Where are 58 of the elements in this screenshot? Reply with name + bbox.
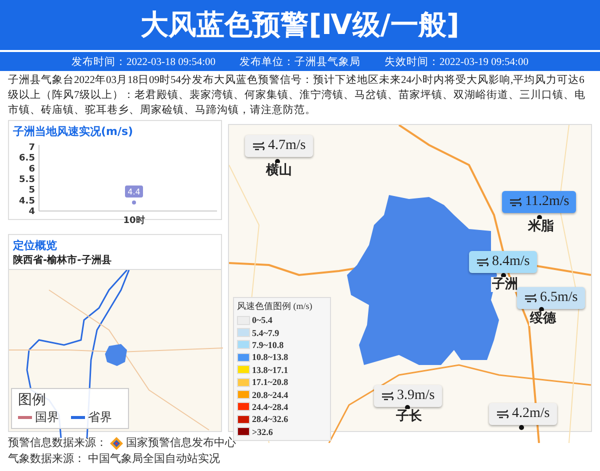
data-point [132, 200, 136, 204]
wind-icon [509, 196, 522, 208]
info-text: 发布单位：子洲县气象局 [240, 55, 360, 68]
town-name: 米脂 [527, 219, 555, 234]
y-tick-label: 6 [28, 164, 35, 174]
wind-icon [252, 140, 265, 152]
legend-label: 国界 [35, 409, 59, 426]
source-label: 气象数据来源： [8, 451, 85, 467]
town-name: 子洲 [491, 277, 519, 292]
legend-label: 7.9~10.8 [252, 340, 284, 350]
legend-label: 省界 [88, 409, 112, 426]
y-axis: 4 4.5 5 5.5 6 6.5 7 [19, 143, 40, 217]
legend-label: 17.1~20.8 [252, 377, 288, 388]
wind-speed: 4.7m/s [268, 138, 306, 154]
legend-label: 28.4~32.6 [252, 414, 288, 424]
wind-icon [524, 292, 537, 304]
y-tick-label: 5 [28, 186, 35, 196]
y-tick-label: 5.5 [19, 175, 35, 185]
x-tick-label: 10时 [123, 215, 145, 226]
info-text: 失效时间：2022-03-19 09:54:00 [384, 55, 528, 68]
legend-label: 20.8~24.4 [252, 390, 288, 400]
x-axis: 10时 [38, 210, 218, 226]
location-path: 陕西省-榆林市-子洲县 [12, 253, 112, 268]
legend-label: 5.4~7.9 [252, 328, 280, 338]
source-label: 预警信息数据来源： [8, 435, 107, 451]
diamond-logo-icon [110, 436, 123, 450]
town-dot-icon [519, 425, 524, 430]
legend-title: 图例 [18, 391, 47, 409]
wind-icon [381, 390, 394, 402]
chart-title: 子洲当地风速实况(m/s) [12, 124, 134, 139]
location-title: 定位概览 [12, 238, 58, 253]
legend-label: 13.8~17.1 [252, 364, 288, 375]
y-tick-label: 7 [28, 143, 35, 153]
data-label: 4.4 [128, 187, 140, 196]
wind-speed: 3.9m/s [397, 388, 435, 404]
data-label: 4.4 [125, 185, 143, 198]
legend-label: 0~5.4 [252, 315, 272, 326]
warning-title: 大风蓝色预警[Ⅳ级/一般] [140, 7, 460, 43]
legend-label: >32.6 [252, 426, 273, 437]
y-tick-label: 4 [28, 207, 35, 217]
wind-speed: 4.2m/s [512, 406, 550, 422]
y-tick-label: 4.5 [19, 196, 35, 206]
wind-speed: 11.2m/s [525, 194, 570, 210]
town-name: 子长 [395, 409, 423, 424]
description-text: 子洲县气象台2022年03月18日09时54分发布大风蓝色预警信号：预计下述地区未来24小时内将受大风影响,平均风力可达6级以上（阵风7级以上）：老君殿镇、裴家湾镇、何家集镇、淮宁湾镇、马岔镇、苗家坪镇、双湖峪街道、三川口镇、电市镇、砖庙镇、驼耳巷乡、周家硷镇、马蹄沟镇，请注意防范。 [8, 73, 586, 118]
wind-speed: 6.5m/s [540, 290, 578, 306]
legend-label: 24.4~28.4 [252, 402, 288, 412]
wind-icon [496, 408, 509, 420]
y-tick-label: 6.5 [19, 154, 35, 164]
source-name: 国家预警信息发布中心 [126, 435, 236, 451]
legend-title: 风速色值图例 (m/s) [237, 300, 314, 313]
wind-icon [476, 256, 489, 268]
town-name: 绥德 [529, 311, 557, 326]
source-name: 中国气象局全国自动站实况 [88, 451, 220, 467]
wind-speed: 8.4m/s [492, 254, 530, 270]
legend-label: 10.8~13.8 [252, 352, 288, 362]
town-name: 横山 [265, 163, 293, 178]
info-text: 发布时间：2022-03-18 09:54:00 [72, 55, 216, 68]
